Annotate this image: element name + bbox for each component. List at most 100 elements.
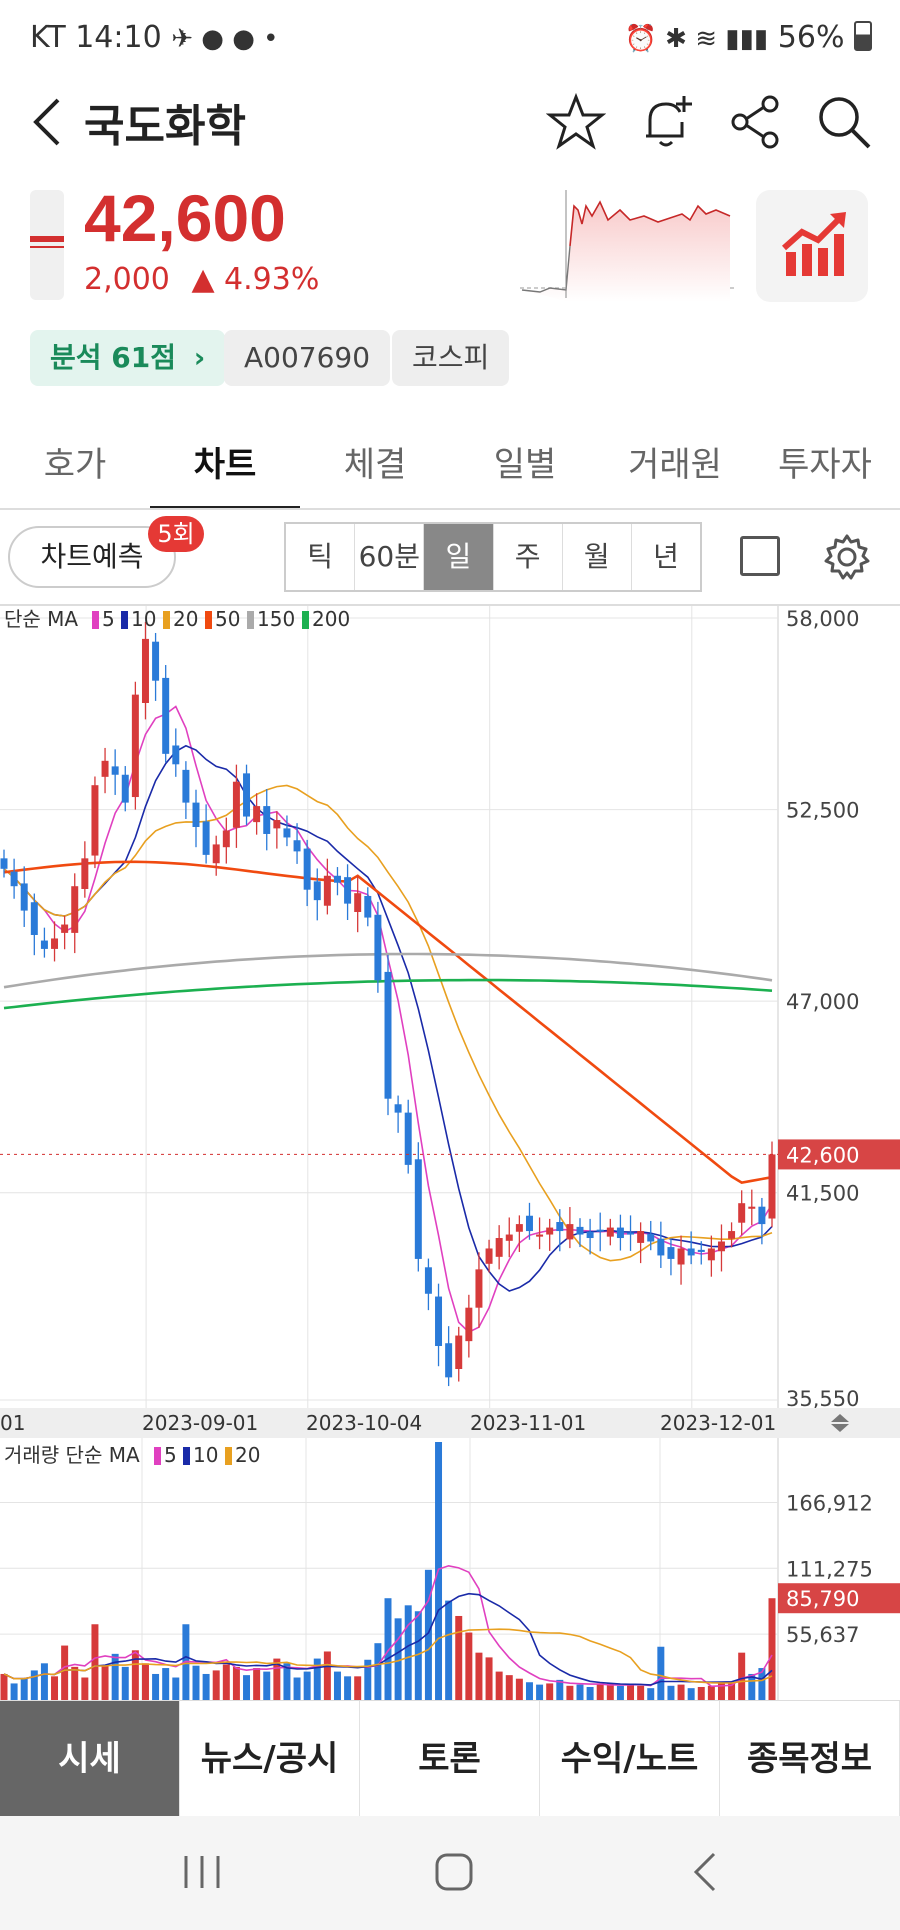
- candle-body: [253, 806, 261, 823]
- candle-body: [717, 1241, 725, 1252]
- share-icon[interactable]: [726, 92, 786, 152]
- period-60min[interactable]: 60분: [355, 524, 425, 590]
- candle-body: [606, 1227, 614, 1237]
- volume-bar: [30, 1670, 38, 1700]
- candle-body: [81, 858, 89, 890]
- tab-orderbook[interactable]: 호가: [0, 420, 150, 510]
- candle-body: [313, 881, 321, 901]
- candle-body: [51, 938, 59, 949]
- volume-bar: [445, 1600, 453, 1700]
- volume-chart[interactable]: 166,912 111,275 55,637 85,790 거래량 단순 MA 5 10…: [0, 1438, 900, 1700]
- candle-body: [303, 848, 311, 890]
- back-icon[interactable]: [28, 92, 68, 152]
- period-year[interactable]: 년: [632, 524, 700, 590]
- period-tick[interactable]: 틱: [286, 524, 356, 590]
- ma-legend: 단순 MA 5 10 20 50 150 200: [4, 607, 350, 631]
- volume-axis: 166,912 111,275 55,637 85,790: [778, 1491, 900, 1647]
- candle-body: [40, 940, 48, 949]
- status-right: ⏰ ✱ ≋ ▮▮▮ 56%: [625, 20, 872, 55]
- tab-chart[interactable]: 차트: [150, 420, 300, 510]
- intraday-sparkline: [520, 190, 736, 302]
- volume-bar: [566, 1685, 574, 1700]
- price-chart[interactable]: 58,000 52,500 47,000 41,500 35,550 42,600 단순 …: [0, 606, 900, 1410]
- candle-body: [384, 971, 392, 1099]
- volume-bar: [20, 1678, 28, 1700]
- volume-bar: [293, 1677, 301, 1700]
- star-icon[interactable]: [546, 92, 606, 152]
- back-nav-icon[interactable]: [690, 1850, 720, 1894]
- nav-stock-info[interactable]: 종목정보: [720, 1701, 900, 1817]
- search-icon[interactable]: [814, 92, 874, 152]
- candle-body: [475, 1269, 483, 1308]
- period-week[interactable]: 주: [494, 524, 563, 590]
- candle-body: [20, 883, 28, 911]
- volume-tick-label: 111,275: [786, 1557, 873, 1581]
- tab-brokers[interactable]: 거래원: [600, 420, 750, 510]
- fullscreen-icon[interactable]: [740, 536, 780, 576]
- volume-legend-items: 5 10 20: [154, 1443, 260, 1467]
- volume-bar: [0, 1673, 8, 1700]
- volume-bar: [91, 1624, 99, 1700]
- bell-plus-icon[interactable]: [636, 92, 696, 152]
- volume-bar: [10, 1683, 18, 1700]
- candle-body: [424, 1267, 432, 1294]
- volume-bar: [546, 1683, 554, 1700]
- period-selector: 틱 60분 일 주 월 년: [284, 522, 702, 592]
- analysis-score-label: 분석 61점: [50, 341, 176, 374]
- tab-daily[interactable]: 일별: [450, 420, 600, 510]
- price-tick-label: 41,500: [786, 1182, 859, 1206]
- date-tick-label: 2023-12-01: [660, 1411, 776, 1435]
- chart-view-button[interactable]: [756, 190, 868, 302]
- nav-returns[interactable]: 수익/노트: [540, 1701, 720, 1817]
- volume-bar: [333, 1671, 341, 1700]
- candle-body: [364, 895, 372, 918]
- date-axis: 01 2023-09-01 2023-10-04 2023-11-01 2023-12-…: [0, 1408, 900, 1438]
- candle-body: [192, 802, 200, 827]
- volume-bar: [202, 1673, 210, 1700]
- nav-news[interactable]: 뉴스/공시: [180, 1701, 360, 1817]
- candle-body: [445, 1343, 453, 1378]
- tab-trades[interactable]: 체결: [300, 420, 450, 510]
- ma-legend-label: 50: [215, 607, 240, 631]
- system-icons: ⏰ ✱ ≋ ▮▮▮: [624, 24, 769, 54]
- trend-up-icon: [782, 212, 846, 276]
- candles: [0, 621, 776, 1387]
- volume-bar: [263, 1671, 271, 1700]
- candle-body: [576, 1226, 584, 1235]
- volume-bar: [677, 1684, 685, 1700]
- ma-legend-swatch: [92, 611, 99, 629]
- volume-bar: [61, 1645, 69, 1700]
- candle-body: [667, 1247, 675, 1259]
- volume-bar: [768, 1598, 776, 1700]
- volume-tick-label: 55,637: [786, 1623, 859, 1647]
- volume-bar: [222, 1664, 230, 1700]
- ma-legend-label: 10: [131, 607, 156, 631]
- candle-body: [758, 1206, 766, 1225]
- candle-body: [596, 1229, 604, 1232]
- ma-legend-swatch: [205, 611, 212, 629]
- volume-bar: [637, 1685, 645, 1700]
- period-day[interactable]: 일: [424, 524, 494, 590]
- candle-body: [121, 774, 129, 803]
- candle-body: [152, 641, 160, 681]
- analysis-score-tag[interactable]: 분석 61점 ›: [30, 330, 226, 386]
- recent-apps-icon[interactable]: [180, 1852, 224, 1892]
- nav-discussion[interactable]: 토론: [360, 1701, 540, 1817]
- candle-body: [232, 781, 240, 828]
- candle-body: [30, 902, 38, 935]
- candle-body: [243, 773, 251, 817]
- home-icon[interactable]: [432, 1850, 476, 1894]
- status-left: KT 14:10 ✈ ● ● •: [30, 20, 279, 55]
- period-month[interactable]: 월: [563, 524, 632, 590]
- gear-icon[interactable]: [822, 532, 872, 582]
- candle-body: [111, 766, 119, 775]
- volume-bar: [243, 1675, 251, 1700]
- volume-bar: [586, 1686, 594, 1700]
- volume-bar: [81, 1677, 89, 1700]
- current-volume-tag-label: 85,790: [786, 1587, 859, 1611]
- candle-body: [333, 875, 341, 883]
- nav-quote[interactable]: 시세: [0, 1701, 180, 1817]
- candle-body: [293, 840, 301, 852]
- tab-investors[interactable]: 투자자: [750, 420, 900, 510]
- volume-legend-label: 10: [193, 1443, 218, 1467]
